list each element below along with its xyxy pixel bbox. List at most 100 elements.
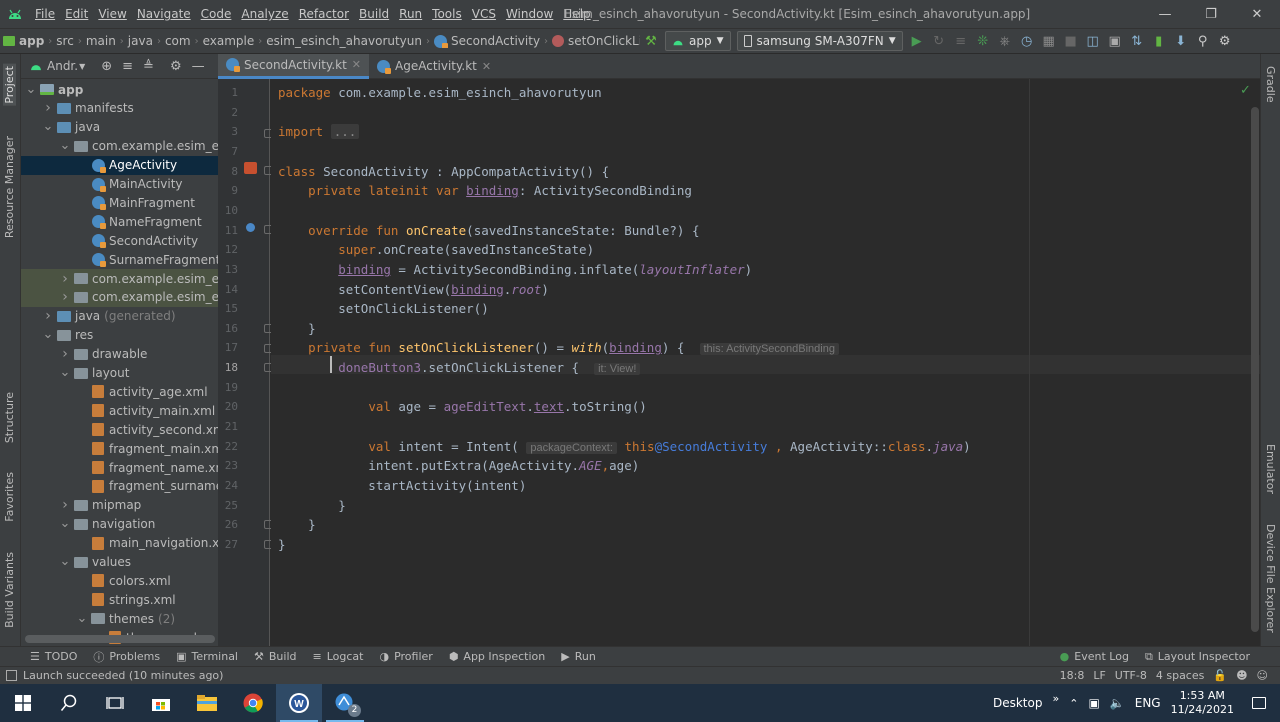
class-marker-icon[interactable] [244,162,257,174]
tool-event-log[interactable]: ● Event Log [1052,650,1137,663]
hammer-icon[interactable]: ⚒ [640,30,662,52]
code-line[interactable]: doneButton3.setOnClickListener { it: Vie… [278,358,641,377]
desktop-toolbar-label[interactable]: Desktop [993,696,1043,710]
menu-file[interactable]: File [30,0,60,28]
project-structure-icon[interactable]: ◫ [1082,30,1104,52]
code-line[interactable]: val intent = Intent( packageContext: thi… [278,437,971,456]
editor-vertical-scrollbar[interactable] [1251,107,1259,632]
menu-refactor[interactable]: Refactor [294,0,354,28]
device-file-explorer-tool-label[interactable]: Device File Explorer [1264,524,1277,633]
chevron-down-icon[interactable]: ⌄ [76,612,88,625]
debug-icon[interactable]: ❊ [972,30,994,52]
menu-code[interactable]: Code [196,0,237,28]
android-studio-taskbar-icon[interactable]: 2 [322,684,368,722]
tree-item-drawable[interactable]: › drawable [21,345,218,364]
minimize-icon[interactable]: — [1142,0,1188,28]
breadcrumb-item[interactable]: com [162,34,194,48]
caret-position[interactable]: 18:8 [1060,669,1085,682]
tree-item-java[interactable]: › java (generated) [21,307,218,326]
clock[interactable]: 1:53 AM 11/24/2021 [1171,689,1234,717]
search-icon[interactable] [46,684,92,722]
chevron-right-icon[interactable]: › [59,346,71,362]
tree-item-surnamefragment[interactable]: SurnameFragment [21,250,218,269]
code-line[interactable]: val age = ageEditText.text.toString() [278,397,647,416]
menu-window[interactable]: Window [501,0,558,28]
build-variants-tool-label[interactable]: Build Variants [3,552,16,628]
layout-icon[interactable]: ▣ [1104,30,1126,52]
chevron-down-icon[interactable]: ▼ [79,62,85,71]
tool-profiler[interactable]: ◑ Profiler [371,650,440,663]
code-line[interactable]: package com.example.esim_esinch_ahavorut… [278,83,602,102]
menu-view[interactable]: View [93,0,131,28]
language-indicator[interactable]: ENG [1135,696,1161,710]
file-explorer-icon[interactable] [184,684,230,722]
breadcrumb-item[interactable]: app [0,34,47,48]
tree-item-mainfragment[interactable]: MainFragment [21,193,218,212]
tree-item-com-example-esim-esinch[interactable]: ⌄ com.example.esim_esinch [21,137,218,156]
code-line[interactable]: override fun onCreate(savedInstanceState… [278,221,699,240]
code-line[interactable]: setOnClickListener() [278,299,489,318]
tree-horizontal-scrollbar[interactable] [25,635,215,643]
tree-item-values[interactable]: ⌄ values [21,553,218,572]
apply-code-changes-icon[interactable]: ≡ [950,30,972,52]
code-line[interactable]: super.onCreate(savedInstanceState) [278,240,594,259]
close-tab-icon[interactable]: ✕ [352,58,361,71]
word-icon[interactable]: W [276,684,322,722]
code-line[interactable]: private lateinit var binding: ActivitySe… [278,181,692,200]
avd-manager-icon[interactable]: ▮ [1148,30,1170,52]
code-line[interactable]: } [278,496,346,515]
tree-item-com-example-esim-esinch[interactable]: › com.example.esim_esinch [21,269,218,288]
coverage-icon[interactable]: ▦ [1038,30,1060,52]
tree-item-layout[interactable]: ⌄ layout [21,364,218,383]
tool-terminal[interactable]: ▣ Terminal [168,650,246,663]
tool-run[interactable]: ▶ Run [553,650,604,663]
tool-build[interactable]: ⚒ Build [246,650,305,663]
chevron-right-icon[interactable]: › [59,497,71,513]
chevron-right-icon[interactable]: › [42,100,54,116]
maximize-icon[interactable]: ❐ [1188,0,1234,28]
tree-item-mipmap[interactable]: › mipmap [21,496,218,515]
tree-item-activity-age-xml[interactable]: activity_age.xml [21,382,218,401]
code-line[interactable]: } [278,535,286,554]
tree-item-manifests[interactable]: › manifests [21,99,218,118]
hide-panel-icon[interactable]: — [192,59,205,74]
menu-run[interactable]: Run [394,0,427,28]
desktop-toolbar-chevron-icon[interactable]: » [1052,692,1059,705]
volume-icon[interactable]: 🔈 [1110,696,1125,710]
device-select[interactable]: samsung SM-A307FN ▼ [736,31,903,51]
attach-debugger-icon[interactable]: ⎈ [994,30,1016,52]
sdk-manager-icon[interactable]: ⬇ [1170,30,1192,52]
tab-secondactivity-kt[interactable]: SecondActivity.kt ✕ [218,53,370,79]
tool-todo[interactable]: ☰ TODO [22,650,85,663]
tree-item-namefragment[interactable]: NameFragment [21,212,218,231]
task-view-icon[interactable] [92,684,138,722]
status-message[interactable]: Launch succeeded (10 minutes ago) [23,669,223,682]
run-config-select[interactable]: app ▼ [665,31,731,51]
network-icon[interactable]: ▣ [1088,696,1099,710]
code-line[interactable]: intent.putExtra(AgeActivity.AGE,age) [278,456,639,475]
tree-item-activity-main-xml[interactable]: activity_main.xml [21,401,218,420]
menu-analyze[interactable]: Analyze [236,0,293,28]
notifications-icon[interactable] [1252,697,1266,709]
tree-item-java[interactable]: ⌄ java [21,118,218,137]
tree-item-fragment-name-xml[interactable]: fragment_name.xml [21,458,218,477]
feedback-icon[interactable]: ☺ [1257,669,1268,682]
chrome-icon[interactable] [230,684,276,722]
sync-gradle-icon[interactable]: ⇅ [1126,30,1148,52]
breadcrumb-item[interactable]: SecondActivity [431,34,543,48]
chevron-down-icon[interactable]: ⌄ [59,555,71,568]
run-icon[interactable]: ▶ [906,30,928,52]
stop-icon[interactable]: ■ [1060,30,1082,52]
code-line[interactable]: } [278,515,316,534]
expand-all-icon[interactable]: ≡ [122,59,133,74]
lock-icon[interactable]: 🔓 [1213,669,1227,682]
tree-item-fragment-surname-xm[interactable]: fragment_surname.xm [21,477,218,496]
breadcrumb-item[interactable]: example [200,34,258,48]
tree-item-navigation[interactable]: ⌄ navigation [21,515,218,534]
code-line[interactable]: } [278,319,316,338]
project-tool-label[interactable]: Project [3,64,16,106]
tree-item-com-example-esim-esinch[interactable]: › com.example.esim_esinch [21,287,218,307]
settings-icon[interactable]: ⚙ [1214,30,1236,52]
tree-item-activity-second-xml[interactable]: activity_second.xml [21,420,218,439]
line-separator[interactable]: LF [1093,669,1105,682]
